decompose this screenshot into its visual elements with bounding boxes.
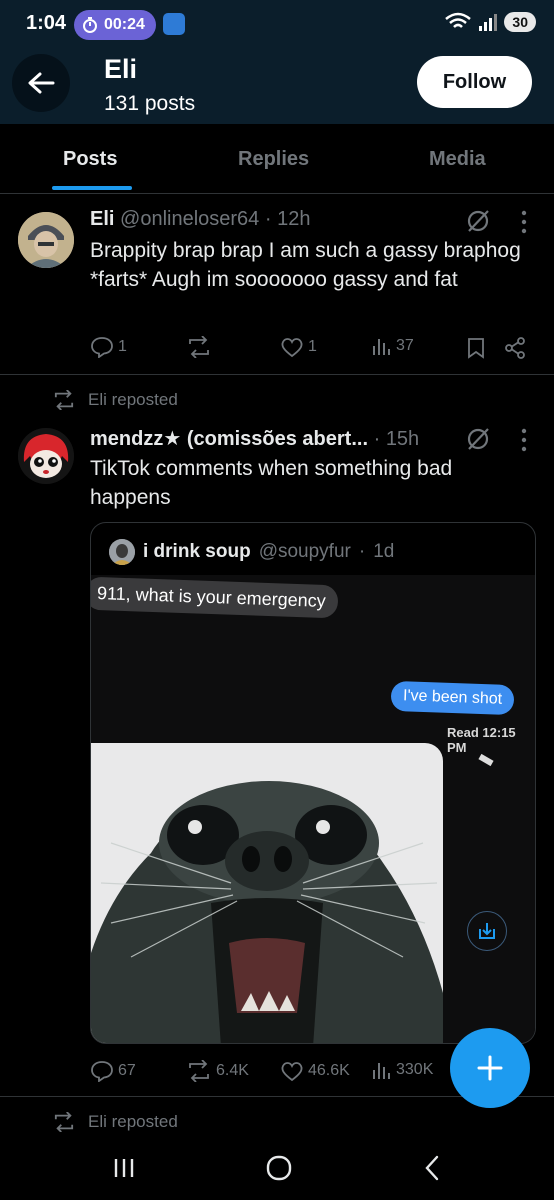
wifi-icon bbox=[445, 12, 472, 28]
like-icon bbox=[281, 338, 303, 358]
more-icon[interactable] bbox=[514, 209, 534, 235]
views-icon bbox=[373, 1063, 390, 1079]
profile-tabs: Posts Replies Media bbox=[0, 124, 554, 194]
compose-button[interactable] bbox=[450, 1028, 530, 1108]
avatar[interactable] bbox=[18, 428, 74, 484]
repost-context-label[interactable]: Eli reposted bbox=[88, 390, 178, 410]
app-notification-icon bbox=[163, 13, 185, 35]
battery-level: 30 bbox=[504, 12, 536, 32]
like-button[interactable]: 1 bbox=[280, 336, 317, 358]
author-name[interactable]: mendzz★ (comissões abert... bbox=[90, 428, 368, 450]
quote-author-name[interactable]: i drink soup bbox=[143, 541, 251, 563]
more-icon[interactable] bbox=[514, 427, 534, 453]
quote-header: i drink soup @soupyfur · 1d bbox=[109, 539, 394, 565]
tab-indicator bbox=[52, 186, 132, 190]
signal-icon bbox=[479, 14, 498, 31]
posts-count: 131 posts bbox=[104, 92, 196, 115]
like-button[interactable]: 46.6K bbox=[280, 1060, 350, 1082]
author-name[interactable]: Eli bbox=[90, 208, 114, 230]
views-button[interactable]: 330K bbox=[372, 1060, 433, 1080]
tab-media[interactable]: Media bbox=[429, 148, 486, 171]
bookmark-icon[interactable] bbox=[466, 337, 486, 359]
author-handle[interactable]: @onlineloser64 bbox=[120, 208, 259, 230]
repost-button[interactable]: 6.4K bbox=[186, 1060, 249, 1082]
separator-dot: · bbox=[373, 428, 381, 450]
reply-button[interactable]: 1 bbox=[90, 336, 127, 358]
avatar-image bbox=[18, 428, 74, 484]
profile-name: Eli bbox=[104, 54, 138, 84]
repost-button[interactable] bbox=[186, 336, 216, 358]
back-arrow-icon bbox=[28, 72, 55, 94]
quote-time: 1d bbox=[373, 541, 395, 562]
timer-chip: 00:24 bbox=[74, 10, 156, 40]
like-icon bbox=[281, 1062, 303, 1082]
reply-icon bbox=[91, 337, 113, 358]
outgoing-message: I've been shot bbox=[390, 680, 515, 716]
home-icon[interactable] bbox=[265, 1154, 293, 1182]
timer-text: 00:24 bbox=[104, 16, 145, 33]
post-time: 15h bbox=[385, 428, 420, 450]
quote-handle[interactable]: @soupyfur bbox=[259, 541, 351, 563]
follow-button[interactable]: Follow bbox=[417, 56, 532, 108]
back-button[interactable] bbox=[12, 54, 70, 112]
post-header: mendzz★ (comissões abert... · 15h bbox=[90, 426, 419, 451]
like-count: 46.6K bbox=[308, 1062, 350, 1079]
post-header: Eli @onlineloser64 · 12h bbox=[90, 208, 310, 231]
repost-context-label[interactable]: Eli reposted bbox=[88, 1112, 178, 1132]
avatar[interactable] bbox=[18, 212, 74, 268]
recents-icon[interactable] bbox=[112, 1156, 136, 1180]
post-text: Brappity brap brap I am such a gassy bra… bbox=[90, 239, 521, 291]
status-time: 1:04 bbox=[26, 12, 67, 34]
download-button[interactable] bbox=[467, 911, 507, 951]
reply-icon bbox=[91, 1061, 113, 1082]
system-nav-bar bbox=[0, 1136, 554, 1200]
views-button[interactable]: 37 bbox=[372, 336, 414, 356]
quote-media[interactable]: 911, what is your emergency I've been sh… bbox=[91, 575, 535, 1043]
tab-posts[interactable]: Posts bbox=[63, 148, 117, 171]
repost-count: 6.4K bbox=[216, 1062, 249, 1079]
reply-count: 67 bbox=[118, 1062, 136, 1079]
avatar-image bbox=[109, 539, 135, 565]
seal-photo bbox=[91, 781, 443, 1043]
repost-context: Eli reposted bbox=[52, 1112, 178, 1132]
reply-button[interactable]: 67 bbox=[90, 1060, 136, 1082]
repost-icon bbox=[54, 390, 74, 410]
repost-icon bbox=[189, 336, 209, 358]
tab-replies[interactable]: Replies bbox=[238, 148, 309, 171]
download-icon bbox=[479, 923, 495, 939]
separator-dot: · bbox=[358, 541, 366, 562]
cursor-mark bbox=[478, 753, 494, 767]
grok-icon[interactable] bbox=[465, 208, 491, 234]
share-icon[interactable] bbox=[504, 337, 526, 359]
avatar-image bbox=[18, 212, 74, 268]
quote-avatar[interactable] bbox=[109, 539, 135, 565]
repost-context: Eli reposted bbox=[52, 390, 178, 410]
quoted-post[interactable]: i drink soup @soupyfur · 1d 911, what is… bbox=[90, 522, 536, 1044]
post-text: TikTok comments when something bad happe… bbox=[90, 457, 453, 509]
incoming-message: 911, what is your emergency bbox=[91, 576, 339, 619]
stopwatch-icon bbox=[83, 17, 97, 33]
plus-icon bbox=[477, 1055, 503, 1081]
views-icon bbox=[373, 339, 390, 355]
separator-dot: · bbox=[264, 208, 272, 230]
views-count: 37 bbox=[396, 337, 414, 354]
repost-icon bbox=[189, 1060, 209, 1082]
post-divider bbox=[0, 374, 554, 375]
views-count: 330K bbox=[396, 1061, 434, 1078]
system-back-icon[interactable] bbox=[422, 1154, 442, 1182]
read-receipt: Read 12:15 PM bbox=[447, 725, 516, 755]
status-bar: 1:04 00:24 30 bbox=[0, 0, 554, 46]
profile-header: Eli 131 posts Follow bbox=[0, 46, 554, 124]
post-time: 12h bbox=[277, 208, 311, 230]
like-count: 1 bbox=[308, 338, 317, 355]
repost-icon bbox=[54, 1112, 74, 1132]
grok-icon[interactable] bbox=[465, 426, 491, 452]
reply-count: 1 bbox=[118, 338, 127, 355]
status-right: 30 bbox=[444, 12, 536, 32]
